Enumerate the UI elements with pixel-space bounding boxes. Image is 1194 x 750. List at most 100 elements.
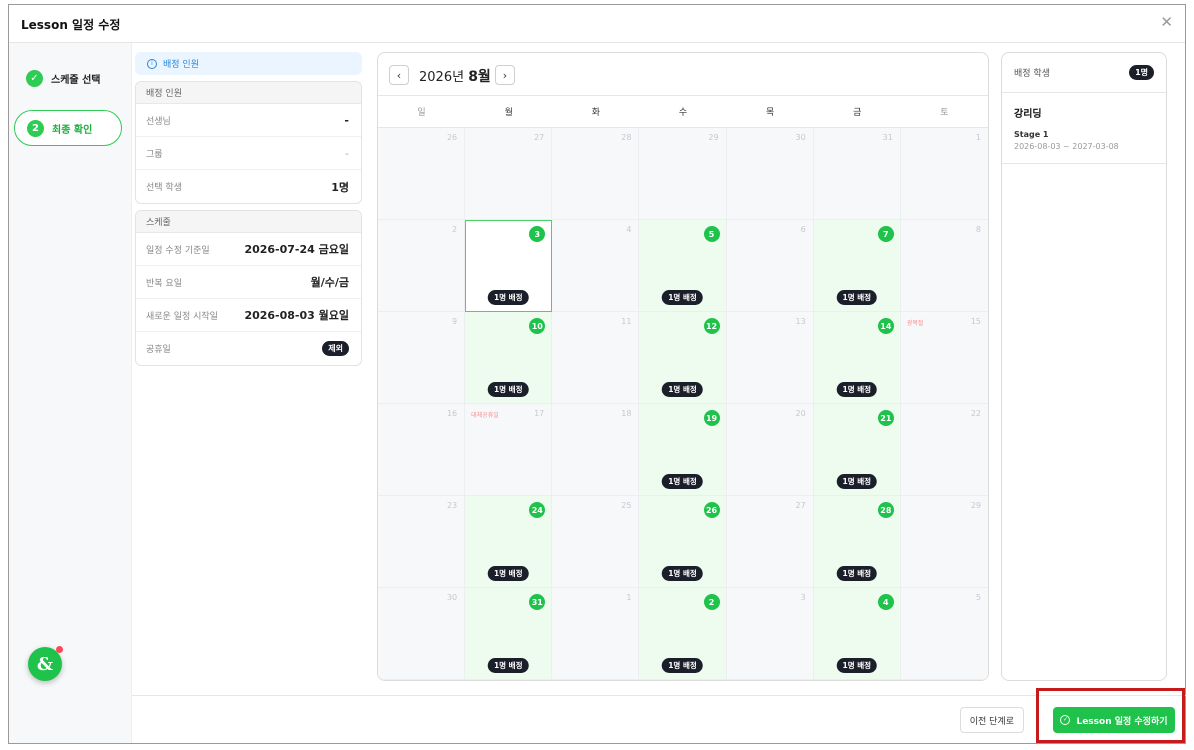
highlight-box <box>1036 688 1185 743</box>
calendar-day[interactable]: 12 1명 배정 <box>639 312 727 404</box>
calendar-day[interactable]: 28 <box>552 128 640 220</box>
calendar-day[interactable]: 9 <box>378 312 466 404</box>
day-number: 10 <box>529 318 546 334</box>
day-number: 17 <box>534 409 545 418</box>
calendar-day[interactable]: 8 <box>900 220 988 312</box>
calendar-day[interactable]: 3 <box>726 588 814 680</box>
calendar-day[interactable]: 22 <box>900 404 988 496</box>
chevron-left-icon: ‹ <box>396 68 402 82</box>
day-number: 15 <box>970 317 981 326</box>
next-month-button[interactable]: › <box>495 65 515 85</box>
calendar-day[interactable]: 27 <box>465 128 553 220</box>
weekday-label: 수 <box>678 108 688 118</box>
calendar-day[interactable]: 28 1명 배정 <box>813 496 901 588</box>
calendar-day[interactable]: 4 1명 배정 <box>813 588 901 680</box>
day-number: 31 <box>529 594 546 610</box>
card-title: 스케줄 <box>136 211 361 233</box>
calendar-day[interactable]: 20 <box>726 404 814 496</box>
assign-badge: 1명 배정 <box>836 658 878 673</box>
calendar-day[interactable]: 23 <box>378 496 466 588</box>
day-number: 5 <box>975 593 981 602</box>
card-title: 배정 인원 <box>136 82 361 104</box>
step-schedule-select[interactable]: ✓ 스케줄 선택 <box>14 60 122 96</box>
calendar-day[interactable]: 15 광복절 <box>900 312 988 404</box>
student-item[interactable]: 강리딩 Stage 1 2026-08-03 ~ 2027-03-08 <box>1002 93 1166 164</box>
calendar-day[interactable]: 27 <box>726 496 814 588</box>
calendar-day[interactable]: 31 <box>813 128 901 220</box>
day-number: 7 <box>877 226 894 242</box>
assign-badge: 1명 배정 <box>662 290 703 305</box>
day-number: 26 <box>446 133 458 142</box>
student-count-badge: 1명 <box>1129 65 1154 80</box>
day-number: 22 <box>970 409 981 418</box>
step-number: 2 <box>27 119 44 137</box>
calendar-day[interactable]: 16 <box>378 404 466 496</box>
calendar-day[interactable]: 30 <box>726 128 814 220</box>
calendar-day[interactable]: 29 <box>900 496 988 588</box>
calendar-day[interactable]: 26 1명 배정 <box>639 496 727 588</box>
day-number: 3 <box>800 593 806 602</box>
calendar-day[interactable]: 10 1명 배정 <box>465 312 553 404</box>
calendar-day[interactable]: 5 <box>900 588 988 680</box>
calendar-day[interactable]: 11 <box>552 312 640 404</box>
calendar-day[interactable]: 25 <box>552 496 640 588</box>
day-number: 21 <box>877 410 894 426</box>
day-number: 2 <box>452 225 458 234</box>
calendar-day[interactable]: 2 <box>378 220 466 312</box>
step-label: 스케줄 선택 <box>51 74 101 86</box>
calendar-day[interactable]: 29 <box>639 128 727 220</box>
calendar-day[interactable]: 19 1명 배정 <box>639 404 727 496</box>
calendar-day[interactable]: 24 1명 배정 <box>465 496 553 588</box>
close-icon[interactable]: ✕ <box>1160 13 1173 31</box>
info-row: 일정 수정 기준일 2026-07-24 금요일 <box>136 233 361 266</box>
logo-icon: & <box>36 653 54 675</box>
calendar-day[interactable]: 30 <box>378 588 466 680</box>
day-number: 2 <box>703 594 720 610</box>
calendar-day[interactable]: 17 대체공휴일 <box>465 404 553 496</box>
day-number: 29 <box>970 501 981 510</box>
day-number: 3 <box>529 226 546 242</box>
calendar-day[interactable]: 5 1명 배정 <box>639 220 727 312</box>
calendar-day[interactable]: 26 <box>378 128 466 220</box>
step-sidebar: ✓ 스케줄 선택 2 최종 확인 & <box>9 43 132 743</box>
weekday-label: 금 <box>853 108 862 118</box>
step-label: 최종 확인 <box>52 124 93 136</box>
day-number: 9 <box>452 317 458 326</box>
calendar-day[interactable]: 21 1명 배정 <box>813 404 901 496</box>
day-number: 16 <box>446 409 458 418</box>
calendar-day[interactable]: 13 <box>726 312 814 404</box>
info-row: 선생님 - <box>136 104 361 137</box>
prev-month-button[interactable]: ‹ <box>389 65 409 85</box>
day-number: 25 <box>621 501 632 510</box>
student-date-range: 2026-08-03 ~ 2027-03-08 <box>1014 142 1119 151</box>
calendar-day[interactable]: 14 1명 배정 <box>813 312 901 404</box>
calendar-day[interactable]: 4 <box>552 220 640 312</box>
step-final-confirm[interactable]: 2 최종 확인 <box>14 110 122 146</box>
notification-dot <box>56 646 63 653</box>
prev-step-button[interactable]: 이전 단계로 <box>959 707 1024 733</box>
calendar-day[interactable]: 6 <box>726 220 814 312</box>
info-row: 선택 학생 1명 <box>146 180 349 194</box>
calendar-day[interactable]: 2 1명 배정 <box>639 588 727 680</box>
calendar-day[interactable]: 18 <box>552 404 640 496</box>
info-notice: i 배정 인원 <box>135 52 362 75</box>
calendar-day[interactable]: 1 <box>900 128 988 220</box>
weekday-label: 목 <box>765 108 775 118</box>
calendar-day[interactable]: 31 1명 배정 <box>465 588 553 680</box>
weekday-label: 일 <box>417 108 426 118</box>
day-number: 30 <box>795 133 806 142</box>
calendar-header: ‹ 2026년 8월 › <box>378 53 988 96</box>
calendar-day[interactable]: 3 1명 배정 <box>465 220 553 312</box>
day-number: 26 <box>703 502 720 518</box>
calendar-day[interactable]: 7 1명 배정 <box>813 220 901 312</box>
holiday-exclude-badge: 제외 <box>322 341 349 356</box>
day-number: 8 <box>975 225 981 234</box>
day-number: 12 <box>703 318 720 334</box>
help-chat-button[interactable]: & <box>28 646 63 681</box>
calendar-day[interactable]: 1 <box>552 588 640 680</box>
day-number: 4 <box>626 225 632 234</box>
weekday-label: 월 <box>504 108 513 118</box>
assign-badge: 1명 배정 <box>487 382 529 397</box>
assign-badge: 1명 배정 <box>836 290 878 305</box>
month-title: 2026년 8월 <box>419 69 491 85</box>
